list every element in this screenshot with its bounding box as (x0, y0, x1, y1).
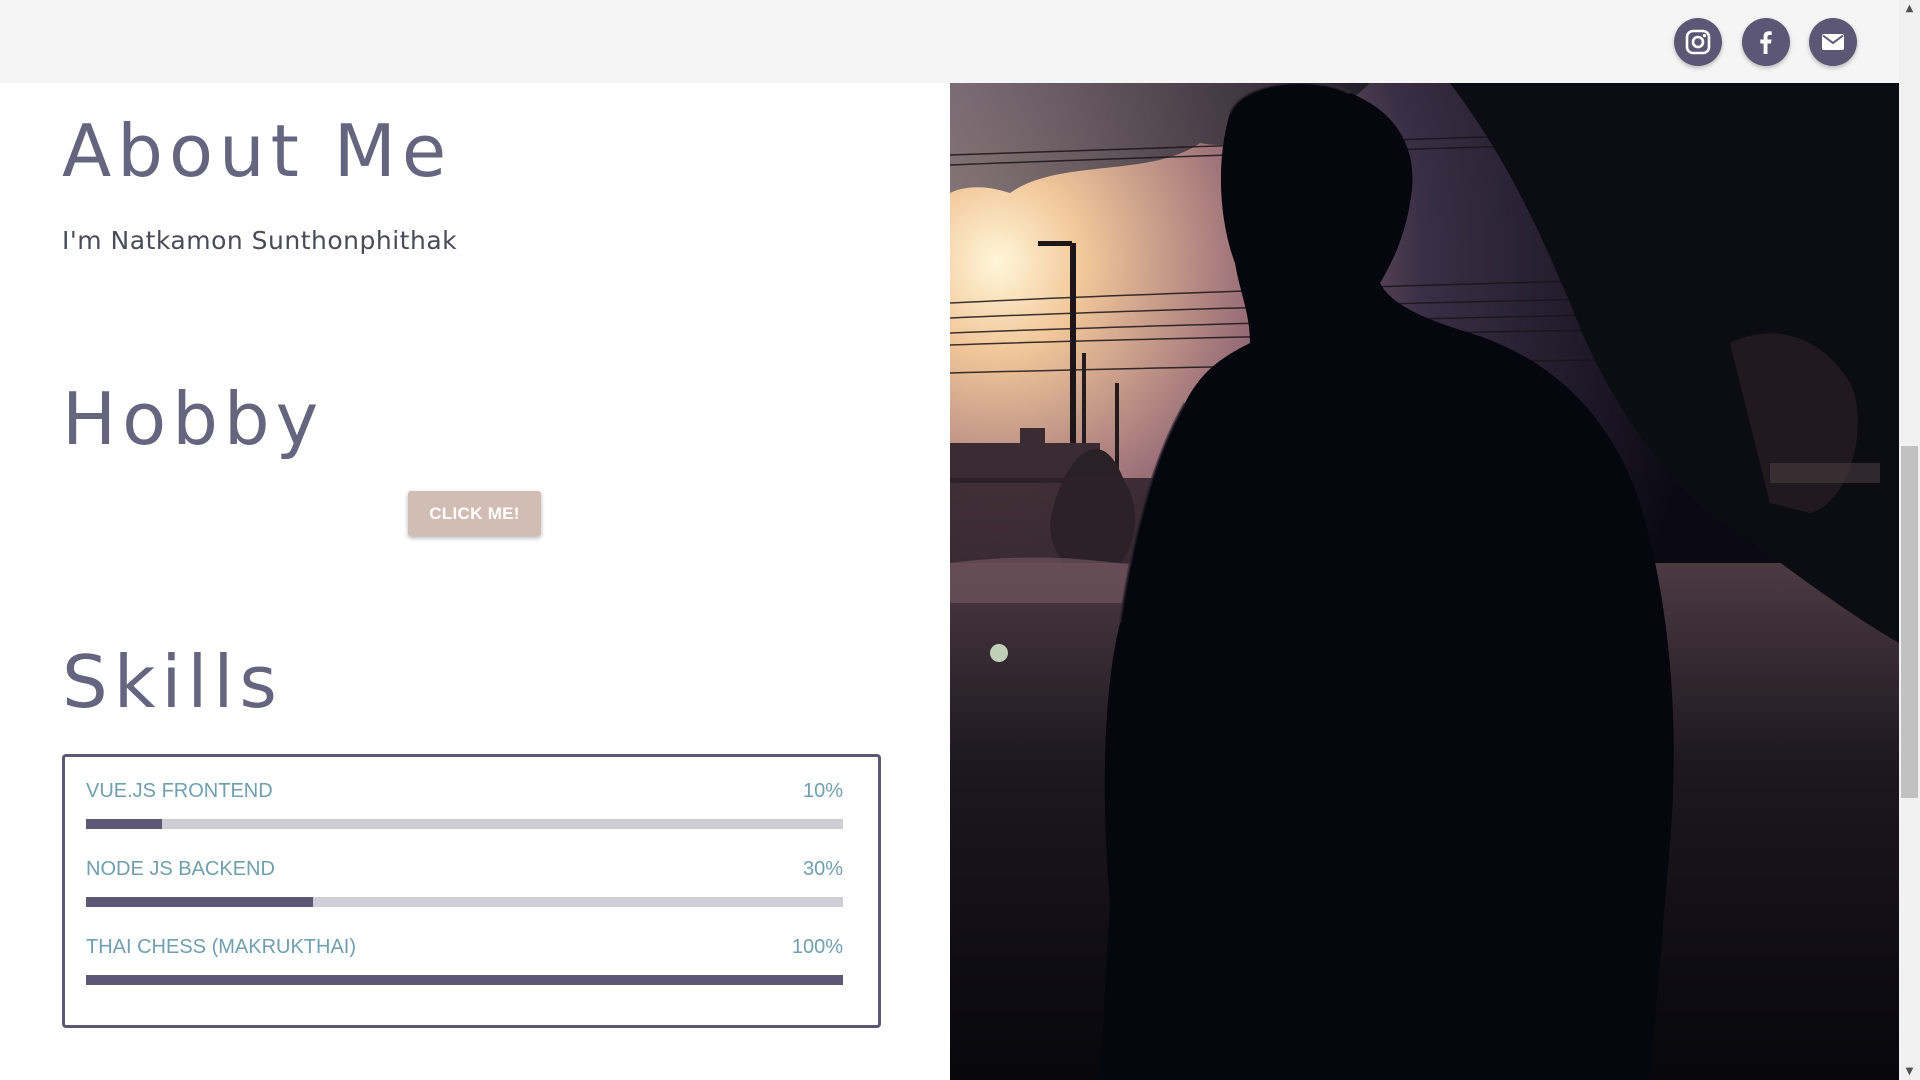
hobby-title: Hobby (62, 377, 325, 461)
skill-percent: 10% (802, 780, 843, 802)
skill-item: VUE.JS FRONTEND 10% (86, 779, 843, 839)
mail-icon (1822, 34, 1844, 50)
skill-item: THAI CHESS (MAKRUKTHAI) 100% (86, 935, 843, 995)
skills-title: Skills (62, 640, 283, 724)
about-title: About Me (62, 109, 453, 193)
skill-percent: 100% (791, 936, 843, 958)
skill-progress-track (86, 819, 843, 829)
skill-progress-track (86, 975, 843, 985)
skills-card: VUE.JS FRONTEND 10% NODE JS BACKEND 30% … (62, 754, 881, 1028)
page: About Me I'm Natkamon Sunthonphithak Hob… (0, 0, 1920, 1080)
skill-progress-fill (86, 819, 162, 829)
page-scrollbar[interactable]: ▲ ▼ (1899, 0, 1920, 1080)
facebook-link[interactable] (1742, 18, 1790, 66)
scroll-up-arrow-icon[interactable]: ▲ (1899, 0, 1920, 17)
skill-name: NODE JS BACKEND (86, 858, 275, 880)
main-content: About Me I'm Natkamon Sunthonphithak Hob… (0, 83, 950, 1080)
scrollbar-thumb[interactable] (1901, 446, 1918, 798)
facebook-icon (1760, 31, 1772, 54)
skill-progress-fill (86, 897, 314, 907)
profile-photo (950, 83, 1899, 1080)
skill-progress-fill (86, 975, 843, 985)
skill-name: THAI CHESS (MAKRUKTHAI) (86, 936, 357, 958)
instagram-link[interactable] (1674, 18, 1722, 66)
mail-link[interactable] (1809, 18, 1857, 66)
top-navbar (0, 0, 1899, 83)
skill-progress-track (86, 897, 843, 907)
scroll-down-arrow-icon[interactable]: ▼ (1899, 1063, 1920, 1080)
skill-name: VUE.JS FRONTEND (86, 780, 273, 802)
instagram-icon (1685, 29, 1711, 55)
skill-percent: 30% (802, 858, 843, 880)
skill-item: NODE JS BACKEND 30% (86, 857, 843, 917)
click-me-button[interactable]: CLICK ME! (408, 491, 541, 536)
profile-photo-image (950, 83, 1899, 1080)
about-intro: I'm Natkamon Sunthonphithak (62, 226, 458, 255)
